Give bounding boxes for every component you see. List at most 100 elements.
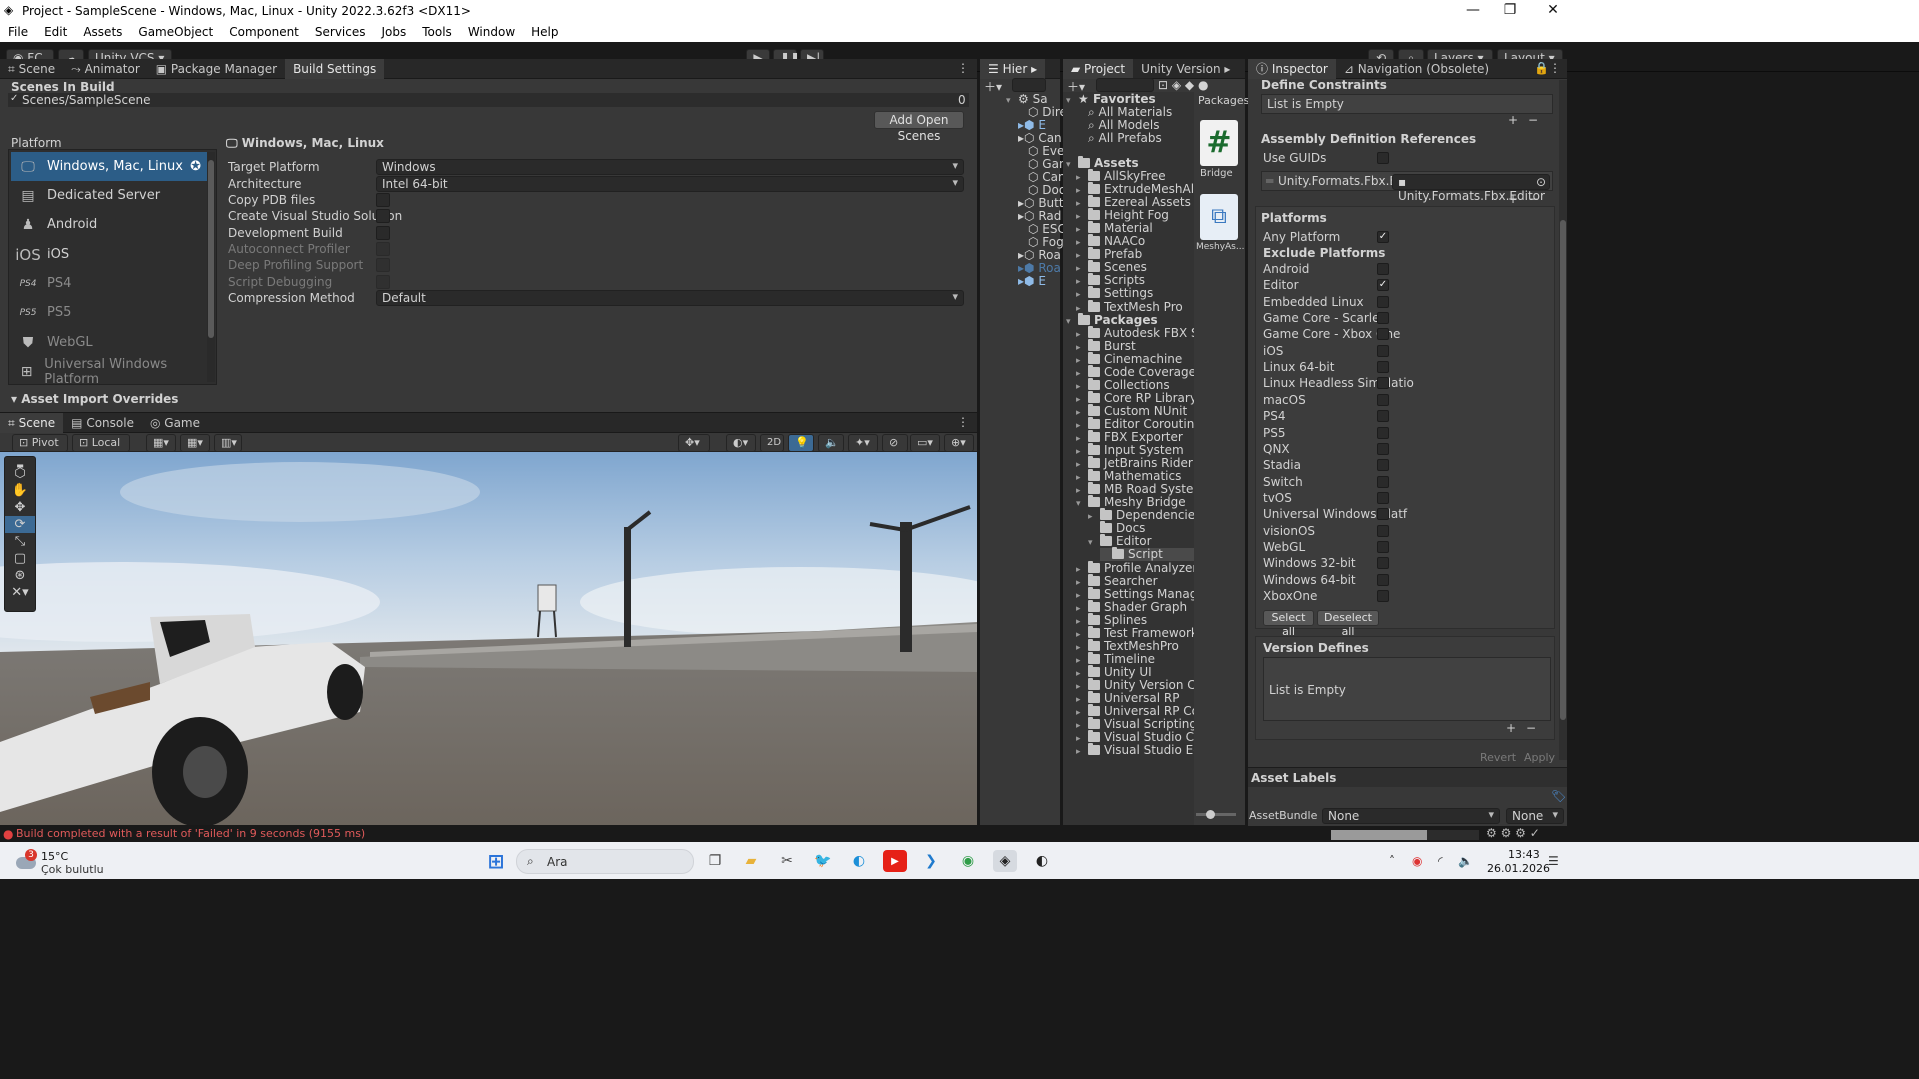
folder-item[interactable]: ▸ FBX Exporter	[1076, 430, 1183, 444]
maximize-button[interactable]: ❐	[1487, 0, 1533, 22]
menu-window[interactable]: Window	[460, 25, 523, 39]
custom-tool-icon[interactable]: ✕▾	[5, 584, 35, 601]
exclude-platform-checkbox[interactable]	[1377, 590, 1389, 602]
menu-tools[interactable]: Tools	[414, 25, 460, 39]
transform-tool-icon[interactable]: ⊛	[5, 567, 35, 584]
view-tool-icon[interactable]: ⬡	[5, 465, 35, 482]
folder-item[interactable]: ▸ Burst	[1076, 338, 1136, 353]
platform-ios[interactable]: iOS iOS	[11, 240, 207, 269]
remove-constraint-button[interactable]: −	[1528, 113, 1538, 127]
local-dropdown[interactable]: ⊡ Local ▾	[72, 434, 130, 465]
copy-pdb-checkbox[interactable]	[376, 193, 390, 207]
folder-item[interactable]: ▸ Shader Graph	[1076, 599, 1187, 614]
exclude-platform-checkbox[interactable]	[1377, 426, 1389, 439]
chrome-icon[interactable]: ◉	[956, 850, 980, 872]
menu-services[interactable]: Services	[307, 25, 374, 39]
platform-windows-mac-linux[interactable]: 🖵 Windows, Mac, Linux ✪	[11, 152, 207, 181]
assetbundle-variant-dropdown[interactable]: None	[1506, 808, 1564, 824]
increment-snap-icon[interactable]: ▥▾	[214, 434, 242, 452]
development-build-checkbox[interactable]	[376, 226, 390, 240]
platform-webgl[interactable]: ⛊ WebGL	[11, 328, 207, 357]
close-button[interactable]: ✕	[1530, 0, 1576, 22]
folder-item[interactable]: ▸ Scripts	[1076, 273, 1145, 287]
camera-icon[interactable]: ▭▾	[910, 434, 940, 452]
folder-item[interactable]: ▸ Core RP Library	[1076, 390, 1197, 405]
folder-item[interactable]: ▸ Settings Manager	[1076, 586, 1210, 601]
notification-icon[interactable]: ☰	[1548, 854, 1559, 868]
clock-time[interactable]: 13:43	[1508, 848, 1540, 861]
tab-inspector[interactable]: ⓘ Inspector	[1248, 58, 1336, 79]
drag-handle-icon[interactable]: ═	[1266, 174, 1273, 188]
youtube-icon[interactable]: ▶	[883, 850, 907, 872]
folder-item[interactable]: ▸ Height Fog	[1076, 208, 1169, 222]
menu-gameobject[interactable]: GameObject	[130, 25, 221, 39]
project-breadcrumb[interactable]: Packages	[1198, 94, 1249, 107]
csharp-script-icon[interactable]: #	[1200, 120, 1238, 166]
apply-button[interactable]: Apply	[1524, 751, 1555, 764]
exclude-platform-checkbox[interactable]	[1377, 491, 1389, 504]
folder-item[interactable]: ▸ NAACo	[1076, 234, 1145, 248]
status-icons[interactable]: ⚙ ⚙ ⚙ ✓	[1486, 826, 1540, 840]
hidden-objects-icon[interactable]: ⊘	[882, 434, 908, 452]
exclude-platform-checkbox[interactable]	[1377, 377, 1389, 390]
hierarchy-search-input[interactable]	[1012, 78, 1046, 92]
platform-ps5[interactable]: PS5 PS5	[11, 298, 207, 327]
exclude-platform-checkbox[interactable]	[1377, 328, 1389, 341]
inspector-scrollbar[interactable]	[1559, 80, 1567, 760]
taskbar-search[interactable]: ⌕ Ara	[516, 849, 694, 874]
folder-item[interactable]: ▸ Visual Scripting	[1076, 717, 1197, 731]
exclude-platform-checkbox[interactable]	[1377, 459, 1389, 472]
add-version-define-button[interactable]: +	[1506, 721, 1516, 735]
exclude-platform-checkbox[interactable]	[1377, 410, 1389, 423]
tab-navigation[interactable]: ⊿ Navigation (Obsolete)	[1336, 59, 1497, 79]
platform-scrollbar[interactable]	[207, 152, 215, 382]
folder-item[interactable]: ▾ Editor	[1088, 534, 1152, 548]
folder-item[interactable]: ▸ Test Framework	[1076, 625, 1198, 640]
menu-edit[interactable]: Edit	[36, 25, 75, 39]
twitter-icon[interactable]: 🐦	[811, 850, 835, 872]
menu-jobs[interactable]: Jobs	[374, 25, 415, 39]
scene-checkbox[interactable]: ✓	[10, 93, 18, 104]
move-tool-icon[interactable]: ✥	[5, 499, 35, 516]
exclude-platform-checkbox[interactable]	[1377, 442, 1389, 455]
file-explorer-icon[interactable]: ▰	[739, 850, 763, 872]
hierarchy-item[interactable]: ▸⬢ E	[1018, 275, 1046, 288]
icon-size-slider-thumb[interactable]	[1206, 810, 1215, 819]
project-filter-icons[interactable]: ⊡ ◈ ◆ ●	[1158, 78, 1208, 92]
create-vs-solution-checkbox[interactable]	[376, 209, 390, 223]
folder-item[interactable]: ▸ Unity UI	[1076, 664, 1152, 679]
start-icon[interactable]: ⊞	[484, 849, 508, 873]
tab-project[interactable]: ▰ Project	[1063, 58, 1134, 79]
edge-icon[interactable]: ◐	[847, 850, 871, 872]
weather-icon[interactable]: 3	[14, 849, 37, 871]
folder-item[interactable]: ▸ Material	[1076, 221, 1153, 235]
platform-ps4[interactable]: PS4 PS4	[11, 269, 207, 298]
folder-item[interactable]: ▸ Universal RP	[1076, 691, 1179, 705]
folder-item[interactable]: ▸ Mathematics	[1076, 469, 1181, 483]
exclude-platform-checkbox[interactable]	[1377, 344, 1389, 357]
folder-item[interactable]: ▸ Scenes	[1076, 260, 1147, 274]
unity-icon[interactable]: ◈	[993, 850, 1017, 872]
menu-help[interactable]: Help	[523, 25, 566, 39]
tab-hierarchy[interactable]: ☰ Hier ▸	[980, 58, 1046, 79]
effects-icon[interactable]: ✦▾	[848, 434, 878, 452]
grid-icon[interactable]: ▦▾	[146, 434, 176, 452]
menu-file[interactable]: File	[0, 25, 36, 39]
exclude-platform-checkbox[interactable]	[1377, 361, 1389, 374]
any-platform-checkbox[interactable]: ✓	[1377, 231, 1389, 243]
exclude-platform-checkbox[interactable]	[1377, 475, 1389, 488]
folder-item[interactable]: ▸ AllSkyFree	[1076, 169, 1166, 183]
select-all-button[interactable]: Select all	[1263, 610, 1314, 638]
folder-item[interactable]: Script	[1100, 547, 1194, 562]
exclude-platform-checkbox[interactable]: ✓	[1377, 279, 1389, 292]
volume-icon[interactable]: 🔈	[1458, 854, 1473, 868]
scale-tool-icon[interactable]: ⤡	[5, 533, 35, 550]
add-ref-button[interactable]: +	[1508, 192, 1518, 206]
architecture-dropdown[interactable]: Intel 64-bit	[376, 176, 964, 192]
use-guids-checkbox[interactable]	[1377, 152, 1389, 164]
more-icon[interactable]: ⋮	[957, 415, 969, 429]
lighting-icon[interactable]: 💡	[788, 434, 814, 452]
folder-item[interactable]: ▸ MB Road System	[1076, 482, 1205, 496]
exclude-platform-checkbox[interactable]	[1377, 524, 1389, 537]
folder-item[interactable]: ▸ TextMeshPro	[1076, 638, 1179, 653]
